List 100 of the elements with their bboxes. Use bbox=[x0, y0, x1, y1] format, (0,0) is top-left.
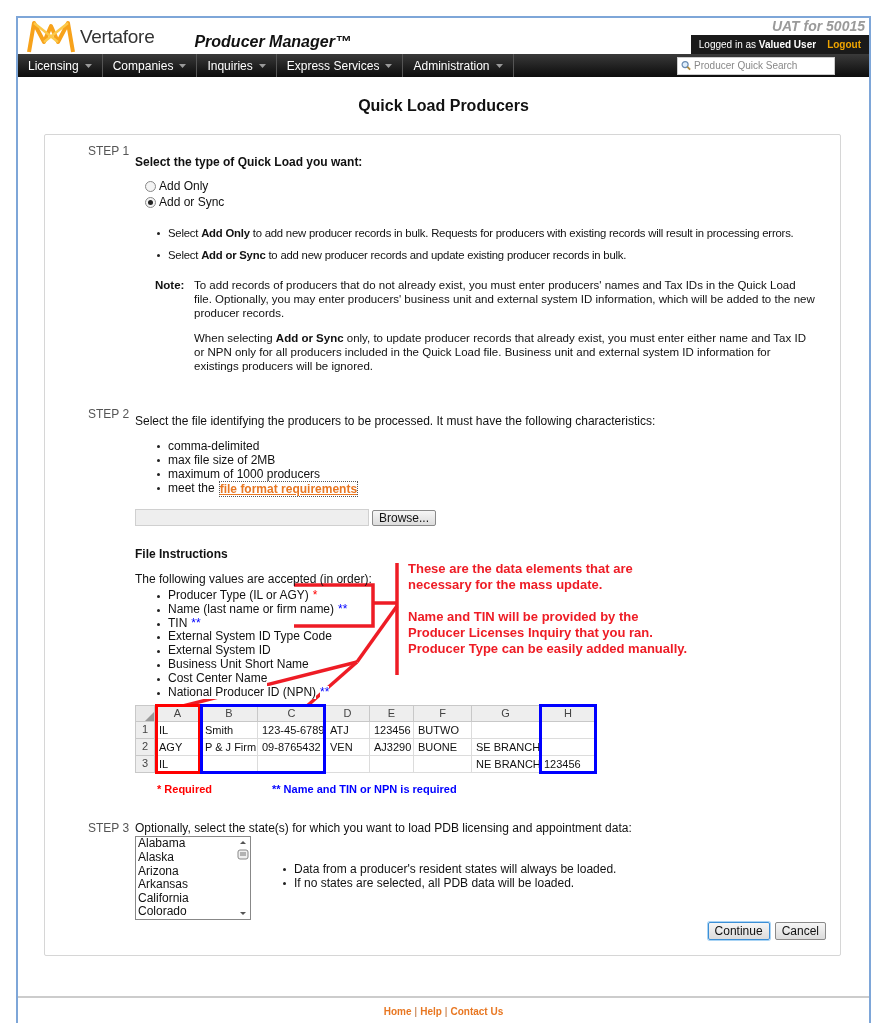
sheet-cell: P & J Firm bbox=[201, 739, 258, 757]
step-intro: Optionally, select the state(s) for which you want to load PDB licensing and appointment data: bbox=[135, 821, 632, 836]
file-path-field[interactable] bbox=[135, 509, 369, 526]
row-header: 1 bbox=[135, 722, 155, 740]
logout-link[interactable]: Logout bbox=[827, 37, 861, 52]
row-header: 2 bbox=[135, 739, 155, 757]
caret-icon bbox=[84, 63, 92, 68]
state-option[interactable]: Colorado bbox=[138, 905, 236, 919]
row-header: 3 bbox=[135, 756, 155, 774]
sheet-cell: Smith bbox=[201, 722, 258, 740]
nav-menu[interactable]: Administration bbox=[403, 54, 514, 77]
form-button[interactable]: Continue bbox=[707, 922, 770, 941]
annotation-text: These are the data elements that are necessary for the mass update. bbox=[408, 561, 634, 593]
bullet-icon bbox=[157, 459, 160, 462]
state-note: If no states are selected, all PDB data will be loaded. bbox=[294, 876, 575, 891]
step-label: STEP 1 bbox=[88, 144, 131, 160]
step-intro: Select the file identifying the producers to be processed. It must have the following characteristics: bbox=[135, 414, 656, 428]
bullet-icon bbox=[157, 691, 160, 695]
sheet-cell: IL bbox=[155, 756, 201, 774]
sheet-cell: VEN bbox=[326, 739, 370, 757]
highlight-frame bbox=[539, 704, 597, 775]
section-heading: Select the type of Quick Load you want: bbox=[135, 155, 364, 169]
note-label: Note: bbox=[155, 278, 184, 293]
step-label: STEP 2 bbox=[88, 407, 131, 423]
sheet-cell: 123456 bbox=[370, 722, 414, 740]
radio-label: Add or Sync bbox=[159, 195, 225, 209]
nav-menu[interactable]: Express Services bbox=[276, 54, 404, 77]
bullet-icon bbox=[157, 232, 160, 235]
environment-label: UAT for 50015 bbox=[771, 18, 866, 35]
caret-icon bbox=[385, 63, 393, 68]
requirement-text: meet the bbox=[168, 481, 215, 497]
requirement-text: maximum of 1000 producers bbox=[168, 467, 321, 481]
value-text: National Producer ID (NPN) bbox=[168, 685, 317, 700]
radio-button[interactable] bbox=[145, 180, 156, 192]
radio-label: Add Only bbox=[159, 179, 209, 193]
caret-icon bbox=[495, 63, 503, 68]
required-marker: ** bbox=[320, 685, 330, 700]
app-title: Producer Manager™ bbox=[194, 35, 351, 49]
bullet-icon bbox=[283, 868, 286, 872]
state-option[interactable]: Arkansas bbox=[138, 878, 236, 892]
bullet-icon bbox=[157, 254, 160, 257]
legend-text: * Required bbox=[157, 782, 213, 797]
nav-menu[interactable]: Licensing bbox=[18, 54, 103, 77]
step-label: STEP 3 bbox=[88, 821, 131, 836]
note-text: When selecting Add or Sync only, to update producer records that already exist, you must enter either name and Tax ID or NPN only for all producers included in the Quick Load file. Business unit and external system ID information for existings producers will be ignored. bbox=[194, 331, 807, 373]
sheet-cell: AJ3290 bbox=[370, 739, 414, 757]
requirement-text: comma-delimited bbox=[168, 439, 260, 453]
page-title: Quick Load Producers bbox=[357, 99, 530, 113]
nav-menu[interactable]: Inquiries bbox=[197, 54, 277, 77]
column-header: E bbox=[370, 705, 414, 723]
sheet-cell: IL bbox=[155, 722, 201, 740]
state-note: Data from a producer's resident states will always be loaded. bbox=[294, 862, 617, 877]
bullet-icon bbox=[283, 882, 286, 886]
browse-button[interactable]: Browse... bbox=[372, 509, 436, 526]
sheet-cell: 123456 bbox=[540, 756, 597, 774]
state-option[interactable]: Alabama bbox=[138, 837, 236, 851]
sheet-cell bbox=[326, 756, 370, 774]
search-icon bbox=[681, 60, 692, 71]
sheet-cell: BUTWO bbox=[414, 722, 472, 740]
footer-separator: | bbox=[414, 1005, 418, 1019]
value-text: Producer Type (IL or AGY) bbox=[168, 589, 309, 603]
annotation-text: Name and TIN will be provided by the Producer Licenses Inquiry that you ran. Producer Type can be easily added manually. bbox=[408, 609, 689, 657]
state-option[interactable]: Alaska bbox=[138, 850, 236, 865]
bullet-icon bbox=[157, 608, 160, 612]
sheet-cell: AGY bbox=[155, 739, 201, 757]
sheet-cell: ATJ bbox=[326, 722, 370, 740]
column-header: D bbox=[326, 705, 370, 723]
note-text: To add records of producers that do not already exist, you must enter producers' names and Tax IDs in the Quick Load file. Optionally, you may enter producers' business unit and external system ID information, which will be added to the new producer records. bbox=[194, 278, 815, 320]
bullet-text: Select Add Only to add new producer records in bulk. Requests for producers with existing records will result in processing errors. bbox=[168, 226, 794, 240]
bullet-icon bbox=[157, 636, 160, 640]
bullet-icon bbox=[157, 622, 160, 626]
sheet-cell bbox=[414, 756, 472, 774]
state-listbox[interactable]: Alabama Alaska Arizona Arkansas California Colorado bbox=[135, 836, 251, 921]
bullet-icon bbox=[157, 677, 160, 681]
form-button[interactable]: Cancel bbox=[774, 922, 826, 941]
bullet-icon bbox=[157, 595, 160, 598]
value-text: External System ID bbox=[168, 644, 271, 658]
login-text: Logged in as Valued User bbox=[698, 37, 817, 52]
nav-menu[interactable]: Companies bbox=[102, 54, 198, 77]
requirement-text: max file size of 2MB bbox=[168, 453, 276, 467]
value-text: External System ID Type Code bbox=[168, 630, 332, 645]
search-field[interactable]: Producer Quick Search bbox=[677, 56, 835, 75]
legend-text: ** Name and TIN or NPN is required bbox=[272, 782, 457, 797]
radio-button[interactable] bbox=[145, 196, 156, 208]
caret-icon bbox=[179, 63, 187, 68]
bullet-icon bbox=[157, 664, 160, 667]
brand-name: Vertafore bbox=[80, 30, 155, 44]
logo-icon bbox=[26, 20, 76, 54]
sheet-cell bbox=[370, 756, 414, 774]
bullet-icon bbox=[157, 445, 160, 448]
bullet-icon bbox=[157, 650, 160, 654]
footer-separator: | bbox=[444, 1005, 448, 1019]
column-header: G bbox=[472, 705, 540, 723]
sheet-cell: 09-8765432 bbox=[258, 739, 326, 757]
sheet-cell: BUONE bbox=[414, 739, 472, 757]
values-intro: The following values are accepted (in order): bbox=[135, 572, 372, 586]
state-option[interactable]: California bbox=[138, 891, 236, 906]
state-option[interactable]: Arizona bbox=[138, 864, 236, 879]
column-header: F bbox=[414, 705, 472, 723]
sheet-cell: 123-45-6789 bbox=[258, 722, 326, 740]
